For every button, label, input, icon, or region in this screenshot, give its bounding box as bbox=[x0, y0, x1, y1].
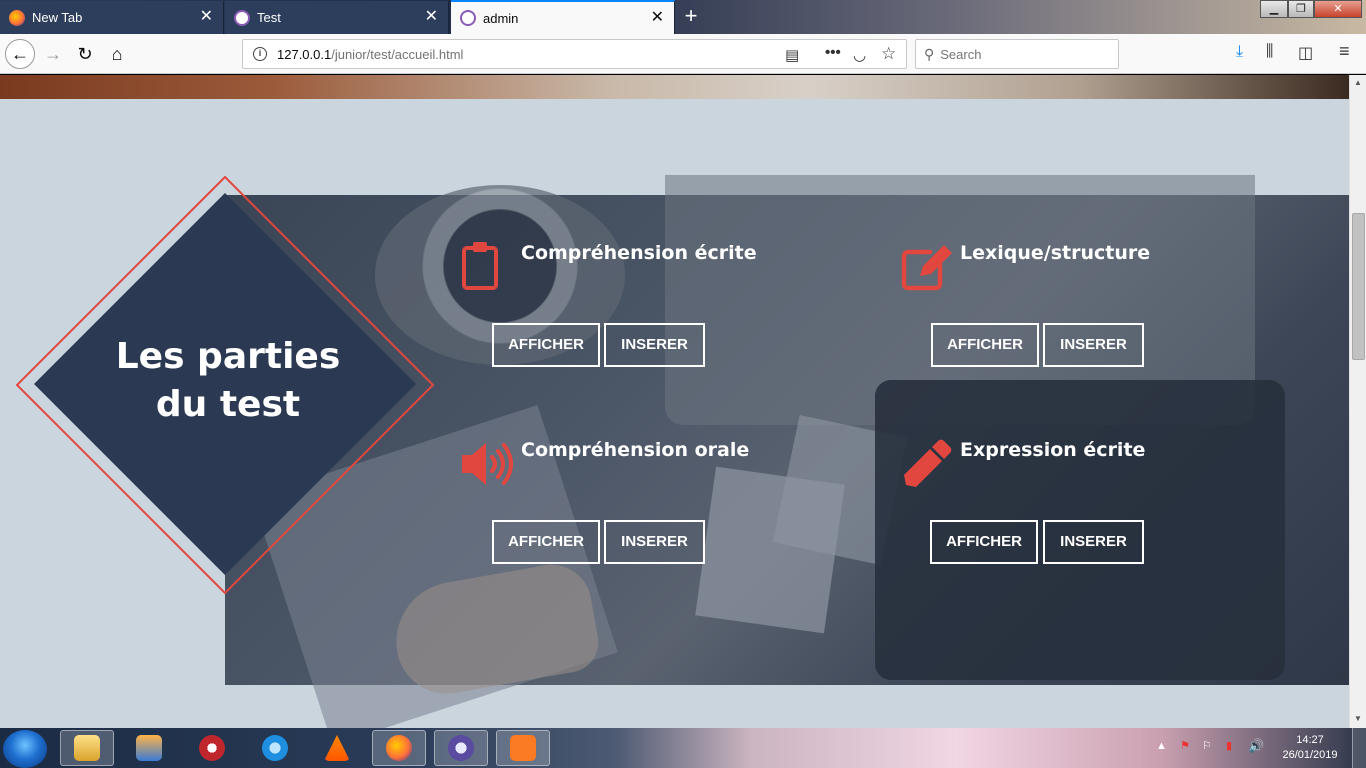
more-actions-icon[interactable]: ••• bbox=[825, 44, 841, 61]
tab-admin[interactable]: admin ✕ bbox=[451, 0, 675, 34]
scroll-down-arrow-icon[interactable]: ▼ bbox=[1350, 711, 1366, 727]
app-icon bbox=[448, 735, 474, 761]
pen-icon bbox=[904, 439, 952, 487]
url-bar[interactable]: i 127.0.0.1/junior/test/accueil.html ▤ •… bbox=[242, 39, 907, 69]
nav-bar: ← → ↻ ⌂ i 127.0.0.1/junior/test/accueil.… bbox=[0, 34, 1366, 74]
afficher-lexique-structure-button[interactable]: AFFICHER bbox=[931, 323, 1039, 367]
firefox-icon bbox=[9, 9, 25, 26]
firefox-taskbar-button[interactable] bbox=[372, 730, 426, 766]
heading-line-1: Les parties bbox=[115, 336, 341, 377]
home-button[interactable]: ⌂ bbox=[102, 39, 132, 69]
url-path: /junior/test/accueil.html bbox=[331, 46, 464, 62]
download-icon[interactable]: ⤓ bbox=[1236, 43, 1243, 61]
vlc-taskbar-button[interactable] bbox=[310, 730, 364, 766]
back-button[interactable]: ← bbox=[5, 39, 35, 69]
heading-line-2: du test bbox=[155, 384, 301, 425]
app-taskbar-button[interactable] bbox=[434, 730, 488, 766]
explorer-taskbar-button[interactable] bbox=[60, 730, 114, 766]
test-parts-panel bbox=[225, 175, 1349, 728]
network-icon[interactable]: ⚑ bbox=[1180, 739, 1190, 752]
edit-icon bbox=[901, 245, 952, 291]
inserer-expression-ecrite-button[interactable]: INSERER bbox=[1043, 520, 1144, 564]
app-icon bbox=[199, 735, 225, 761]
media-player-taskbar-button[interactable] bbox=[122, 730, 176, 766]
clipboard-icon bbox=[462, 242, 498, 290]
pocket-icon[interactable]: ◡ bbox=[853, 46, 866, 64]
menu-icon[interactable]: ≡ bbox=[1339, 41, 1350, 62]
tab-new-tab[interactable]: New Tab ✕ bbox=[0, 1, 224, 34]
section-title-comprehension-orale: Compréhension orale bbox=[521, 439, 750, 461]
section-title-lexique-structure: Lexique/structure bbox=[960, 242, 1151, 264]
section-title-comprehension-ecrite: Compréhension écrite bbox=[521, 242, 757, 264]
reload-icon: ↻ bbox=[77, 43, 93, 64]
header-image-strip bbox=[0, 75, 1349, 99]
xampp-taskbar-button[interactable] bbox=[496, 730, 550, 766]
clock-time: 14:27 bbox=[1296, 734, 1324, 746]
xampp-icon bbox=[510, 735, 536, 761]
internet-explorer-icon bbox=[262, 735, 288, 761]
inserer-comprehension-ecrite-button[interactable]: INSERER bbox=[604, 323, 705, 367]
start-button[interactable] bbox=[3, 730, 47, 768]
close-icon[interactable]: ✕ bbox=[651, 10, 664, 26]
show-hidden-icons-icon[interactable]: ▲ bbox=[1156, 740, 1167, 752]
new-tab-button[interactable]: + bbox=[680, 5, 702, 27]
show-desktop-button[interactable] bbox=[1352, 728, 1366, 768]
media-player-icon bbox=[136, 735, 162, 761]
maximize-button[interactable]: ❐ bbox=[1288, 0, 1314, 18]
folder-icon bbox=[74, 735, 100, 761]
home-icon: ⌂ bbox=[111, 43, 123, 64]
section-title-expression-ecrite: Expression écrite bbox=[960, 439, 1146, 461]
scroll-up-arrow-icon[interactable]: ▲ bbox=[1350, 75, 1366, 91]
clock-date: 26/01/2019 bbox=[1282, 749, 1338, 761]
vertical-scrollbar[interactable]: ▲ ▼ bbox=[1349, 75, 1366, 728]
sidebar-icon[interactable]: ◫ bbox=[1298, 43, 1313, 63]
inserer-comprehension-orale-button[interactable]: INSERER bbox=[604, 520, 705, 564]
flag-icon[interactable]: ⚐ bbox=[1202, 739, 1212, 752]
clock[interactable]: 14:27 26/01/2019 bbox=[1280, 733, 1340, 763]
photo-decoration bbox=[695, 466, 845, 634]
reload-button[interactable]: ↻ bbox=[70, 39, 100, 69]
internet-explorer-taskbar-button[interactable] bbox=[248, 730, 302, 766]
afficher-comprehension-orale-button[interactable]: AFFICHER bbox=[492, 520, 600, 564]
minimize-button[interactable]: ▁ bbox=[1260, 0, 1288, 18]
speaker-icon bbox=[462, 443, 513, 485]
tab-label: New Tab bbox=[32, 10, 83, 25]
signal-icon[interactable]: ▮ bbox=[1226, 739, 1232, 752]
info-icon[interactable]: i bbox=[253, 47, 267, 61]
app-taskbar-button[interactable] bbox=[185, 730, 239, 766]
site-icon bbox=[460, 10, 476, 26]
bookmark-star-icon[interactable]: ☆ bbox=[881, 44, 896, 64]
tab-label: admin bbox=[483, 10, 519, 26]
url-host: 127.0.0.1 bbox=[277, 46, 332, 62]
close-icon[interactable]: ✕ bbox=[200, 9, 213, 25]
search-input[interactable] bbox=[940, 46, 1101, 62]
arrow-left-icon: ← bbox=[11, 43, 29, 64]
reader-view-icon[interactable]: ▤ bbox=[785, 46, 799, 64]
vlc-icon bbox=[324, 735, 350, 761]
tab-label: Test bbox=[257, 10, 281, 25]
scrollbar-thumb[interactable] bbox=[1352, 213, 1365, 360]
taskbar: ▲ ⚑ ⚐ ▮ 🔊 14:27 26/01/2019 bbox=[0, 728, 1366, 768]
site-icon bbox=[234, 9, 250, 26]
tab-strip: New Tab ✕ Test ✕ admin ✕ + ▁ ❐ ✕ bbox=[0, 0, 1366, 34]
section-heading: Les parties du test bbox=[88, 333, 368, 429]
afficher-comprehension-ecrite-button[interactable]: AFFICHER bbox=[492, 323, 600, 367]
close-icon[interactable]: ✕ bbox=[425, 9, 438, 25]
url-text[interactable]: 127.0.0.1/junior/test/accueil.html bbox=[277, 47, 463, 62]
firefox-icon bbox=[386, 735, 412, 761]
library-icon[interactable]: ⫼ bbox=[1266, 43, 1273, 61]
inserer-lexique-structure-button[interactable]: INSERER bbox=[1043, 323, 1144, 367]
search-icon: ⚲ bbox=[924, 45, 935, 62]
tab-test[interactable]: Test ✕ bbox=[225, 1, 449, 34]
volume-icon[interactable]: 🔊 bbox=[1248, 738, 1264, 754]
forward-button[interactable]: → bbox=[38, 39, 68, 69]
arrow-right-icon: → bbox=[44, 43, 62, 64]
search-box[interactable]: ⚲ bbox=[915, 39, 1119, 69]
page-viewport: Les parties du test Compréhension écrite… bbox=[0, 75, 1349, 728]
afficher-expression-ecrite-button[interactable]: AFFICHER bbox=[930, 520, 1038, 564]
window-close-button[interactable]: ✕ bbox=[1314, 0, 1362, 18]
